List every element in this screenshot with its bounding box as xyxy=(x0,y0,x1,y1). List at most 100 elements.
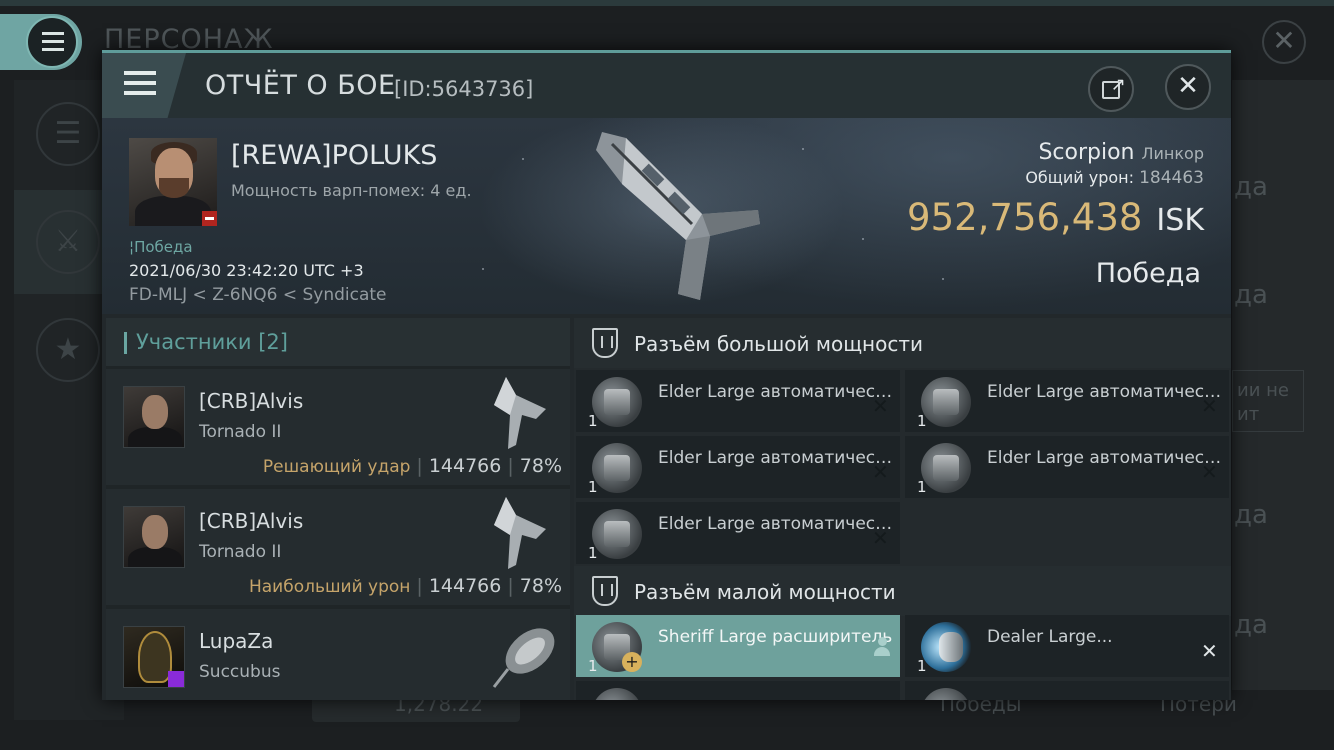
module-quantity: 1 xyxy=(917,412,927,430)
participant-ship: Succubus xyxy=(199,662,281,682)
participant-name: [CRB]Alvis xyxy=(199,389,304,413)
participants-header[interactable]: Участники [2] xyxy=(106,318,570,366)
avatar xyxy=(123,506,185,568)
module-name: Sheriff Large расширитель xyxy=(658,627,893,647)
module-name: Elder Large автоматическая xyxy=(987,382,1225,402)
isk-value: 952,756,438 ISK xyxy=(907,196,1204,239)
module-item[interactable]: + 1 Sheriff Large расширитель xyxy=(576,615,900,677)
background-label: да xyxy=(1234,610,1268,640)
module-item[interactable]: 1 Dealer Large... ✕ xyxy=(905,615,1229,677)
main-menu-button[interactable] xyxy=(0,14,82,70)
module-icon xyxy=(592,688,642,700)
module-name: Elder Large автоматическая xyxy=(658,514,896,534)
loss-badge-icon xyxy=(202,211,217,226)
module-icon xyxy=(921,688,971,700)
turret-icon xyxy=(592,443,642,493)
module-name: Elder Large автоматическая xyxy=(658,448,896,468)
total-damage-value: 184463 xyxy=(1139,168,1204,188)
module-quantity: 1 xyxy=(588,657,598,675)
participant-percent: 78% xyxy=(519,575,562,597)
module-item[interactable]: 1 Elder Large автоматическая ✕ xyxy=(576,436,900,498)
background-right-column: да да ии не ит да да xyxy=(1232,80,1334,690)
module-name: Dealer Large... xyxy=(987,627,1113,647)
background-label: да xyxy=(1234,500,1268,530)
participants-panel: Участники [2] [CRB]Alvis Tornado II Реша… xyxy=(106,318,570,700)
participant-stats: Наибольший урон | 144766 | 78% xyxy=(248,575,562,597)
victim-ship[interactable]: Scorpion Линкор xyxy=(1038,140,1204,165)
module-quantity: 1 xyxy=(588,412,598,430)
participant-damage: 144766 xyxy=(428,455,502,477)
participant-name: [CRB]Alvis xyxy=(199,509,304,533)
shield-extender-icon: + xyxy=(592,622,642,672)
share-icon[interactable]: ↑ xyxy=(1088,66,1134,112)
destroyed-icon: ✕ xyxy=(872,460,889,484)
participant-row[interactable]: [CRB]Alvis Tornado II Наибольший урон | 14… xyxy=(106,489,570,605)
module-quantity: 1 xyxy=(917,478,927,496)
module-item[interactable]: 1 Elder Large автоматическая ✕ xyxy=(905,436,1229,498)
module-item[interactable]: 1 Elder Large автоматическая ✕ xyxy=(576,370,900,432)
list-icon[interactable]: ☰ xyxy=(36,102,100,166)
dropped-person-icon xyxy=(874,637,890,657)
isk-unit: ISK xyxy=(1156,203,1204,238)
modal-title: ОТЧЁТ О БОЕ xyxy=(205,70,396,101)
mid-slot-icon xyxy=(592,576,618,606)
participant-name: LupaZa xyxy=(199,629,274,653)
result-tag-label: Победа xyxy=(134,238,193,256)
background-label: да xyxy=(1234,172,1268,202)
destroyed-icon: ✕ xyxy=(872,394,889,418)
participant-role: Наибольший урон xyxy=(248,577,411,597)
background-box: ии не ит xyxy=(1232,370,1304,432)
high-slots-header: Разъём большой мощности xyxy=(574,318,1231,368)
turret-icon xyxy=(921,377,971,427)
afterburner-icon xyxy=(921,622,971,672)
destroyed-icon: ✕ xyxy=(1201,639,1218,663)
module-name: Elder Large автоматическая xyxy=(658,382,896,402)
top-border xyxy=(0,0,1334,6)
warp-strength: Мощность варп-помех: 4 ед. xyxy=(231,181,472,200)
report-id: [ID:5643736] xyxy=(394,77,534,101)
participant-ship-image xyxy=(494,497,546,569)
mid-slots-header: Разъём малой мощности xyxy=(574,566,1231,616)
modal-header: ОТЧЁТ О БОЕ [ID:5643736] ↑ ✕ xyxy=(102,50,1231,118)
kill-location[interactable]: FD-MLJ < Z-6NQ6 < Syndicate xyxy=(129,285,387,305)
module-quantity: 1 xyxy=(588,478,598,496)
module-item[interactable]: 1 Elder Large автоматическая ✕ xyxy=(905,370,1229,432)
victim-ship-class: Линкор xyxy=(1141,144,1205,163)
participant-ship-image xyxy=(494,377,546,449)
high-slot-icon xyxy=(592,328,618,358)
modal-menu-button[interactable] xyxy=(102,53,186,118)
total-damage: Общий урон: 184463 xyxy=(1025,168,1204,188)
victim-ship-name: Scorpion xyxy=(1038,140,1135,165)
victim-ship-image xyxy=(596,132,760,300)
star-icon[interactable]: ★ xyxy=(36,318,100,382)
hamburger-icon xyxy=(26,16,78,68)
module-item[interactable] xyxy=(905,681,1229,700)
participant-row[interactable]: [CRB]Alvis Tornado II Решающий удар | 1447… xyxy=(106,369,570,485)
module-quantity: 1 xyxy=(588,544,598,562)
turret-icon xyxy=(592,509,642,559)
kill-result: Победа xyxy=(1095,258,1201,289)
participant-ship: Tornado II xyxy=(199,542,282,562)
participants-title: Участники [2] xyxy=(136,330,288,354)
victim-name[interactable]: [REWA]POLUKS xyxy=(231,140,437,171)
participant-percent: 78% xyxy=(519,455,562,477)
module-item[interactable] xyxy=(576,681,900,700)
turret-icon xyxy=(592,377,642,427)
result-tag: ¦Победа xyxy=(129,238,193,256)
avatar xyxy=(123,626,185,688)
module-item[interactable]: 1 Elder Large автоматическая ✕ xyxy=(576,502,900,564)
avatar xyxy=(123,386,185,448)
participant-ship: Tornado II xyxy=(199,422,282,442)
turret-icon xyxy=(921,443,971,493)
participant-stats: Решающий удар | 144766 | 78% xyxy=(262,455,562,477)
background-close-icon[interactable]: ✕ xyxy=(1262,20,1306,64)
participant-damage: 144766 xyxy=(428,575,502,597)
close-icon[interactable]: ✕ xyxy=(1165,64,1211,110)
crossed-swords-icon[interactable]: ⚔ xyxy=(36,210,100,274)
victim-avatar[interactable] xyxy=(129,138,217,226)
high-slots-title: Разъём большой мощности xyxy=(634,332,923,356)
combat-report-modal: ОТЧЁТ О БОЕ [ID:5643736] ↑ ✕ [REWA]POLUK… xyxy=(102,50,1231,700)
destroyed-icon: ✕ xyxy=(1201,460,1218,484)
participant-row[interactable]: LupaZa Succubus xyxy=(106,609,570,700)
total-damage-label: Общий урон: xyxy=(1025,168,1134,187)
